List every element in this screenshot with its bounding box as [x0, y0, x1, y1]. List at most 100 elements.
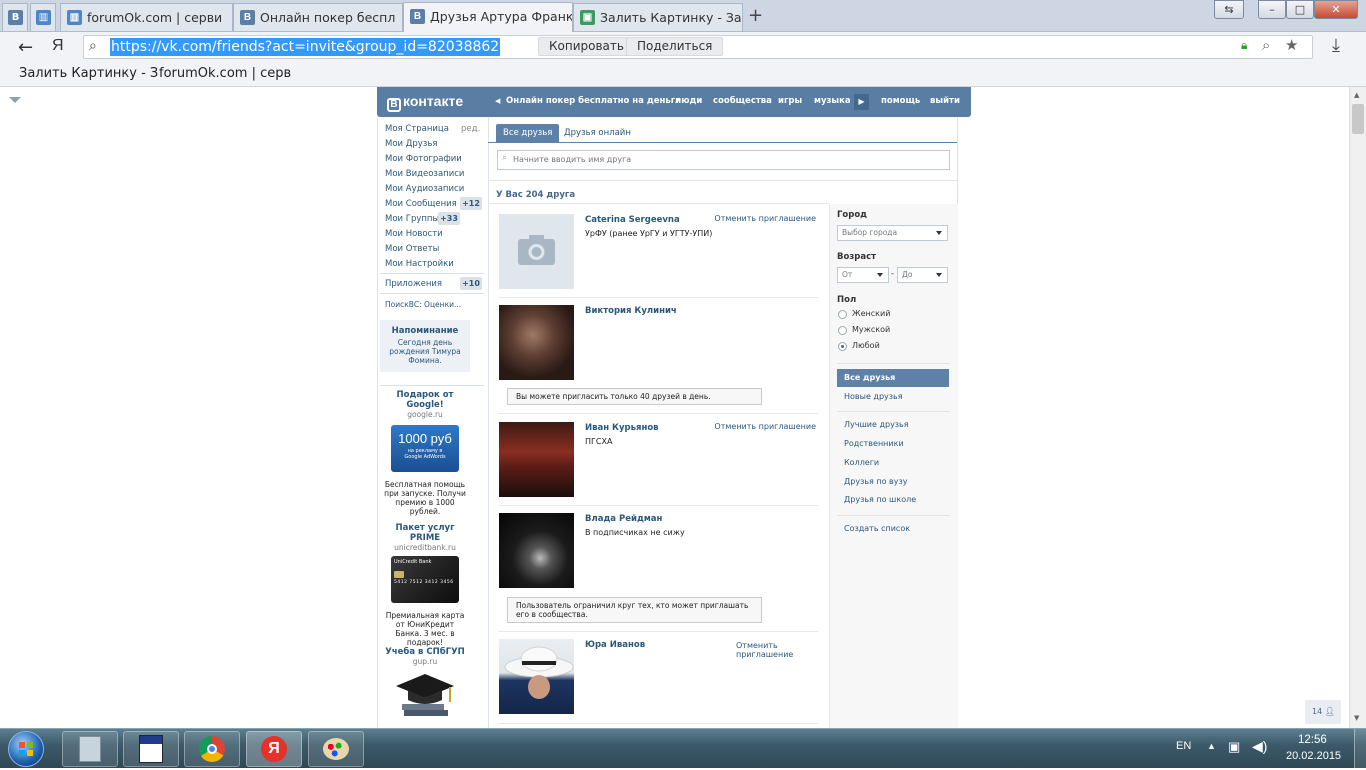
tray-arrow-icon[interactable]: ▲	[1207, 741, 1216, 751]
nav-people[interactable]: люди	[675, 96, 702, 106]
radio-male[interactable]	[838, 326, 847, 335]
yandex-logo-icon[interactable]: Я	[52, 37, 64, 55]
menu-my-videos[interactable]: Мои Видеозаписи	[385, 169, 464, 179]
menu-my-photos[interactable]: Мои Фотографии	[385, 154, 462, 164]
radio-any-label[interactable]: Любой	[852, 341, 880, 350]
friend-search-input[interactable]: Начните вводить имя друга	[497, 150, 950, 170]
friend-avatar[interactable]	[499, 422, 574, 497]
friend-name[interactable]: Влада Рейдман	[585, 514, 662, 524]
menu-my-groups[interactable]: Мои Группы	[385, 214, 439, 224]
radio-female-label[interactable]: Женский	[852, 309, 890, 318]
ad-unicredit[interactable]: Пакет услуг PRIME unicreditbank.ru UniCr…	[380, 523, 470, 647]
pinned-tab-vk[interactable]: В	[2, 3, 28, 31]
back-arrow-icon[interactable]: ←	[18, 37, 33, 58]
tab-all-friends[interactable]: Все друзья	[496, 124, 560, 142]
new-tab-icon[interactable]: +	[748, 5, 763, 26]
radio-female[interactable]	[838, 310, 847, 319]
ad-spbgup[interactable]: Учеба в СПбГУП gup.ru	[380, 647, 470, 724]
friend-name[interactable]: Иван Курьянов	[585, 423, 659, 433]
menu-my-page[interactable]: Моя Страница	[385, 124, 449, 134]
nav-back-group[interactable]: Онлайн покер бесплатно на деньги	[506, 96, 681, 106]
ad-google[interactable]: Подарок от Google! google.ru 1000 руб на…	[380, 390, 470, 516]
friend-avatar[interactable]	[499, 513, 574, 588]
taskbar-chrome[interactable]	[184, 731, 240, 767]
download-icon[interactable]: ⤓	[1332, 35, 1340, 56]
friend-name[interactable]: Юра Иванов	[585, 640, 645, 650]
city-select[interactable]: Выбор города	[837, 225, 948, 241]
menu-search-app[interactable]: ПоискВС: Оценки...	[385, 300, 461, 309]
vertical-scrollbar[interactable]: ▲ ▼	[1349, 87, 1366, 728]
nav-communities[interactable]: сообщества	[713, 96, 772, 106]
volume-icon[interactable]: ◀︎)	[1252, 738, 1267, 755]
tab-upload-image[interactable]: ▣ Залить Картинку - За	[573, 3, 743, 31]
list-new-friends[interactable]: Новые друзья	[844, 392, 903, 401]
scroll-thumb[interactable]	[1352, 104, 1364, 134]
groups-count-badge[interactable]: +33	[438, 212, 460, 225]
friend-avatar[interactable]	[499, 305, 574, 380]
vk-logo[interactable]: Bконтакте	[387, 93, 463, 112]
cancel-invite-link[interactable]: Отменить приглашение	[736, 641, 816, 659]
messages-count-badge[interactable]: +12	[460, 197, 482, 210]
friend-avatar[interactable]	[499, 639, 574, 714]
age-from-select[interactable]: От	[837, 267, 889, 283]
clock-date[interactable]: 20.02.2015	[1286, 750, 1341, 762]
taskbar-calculator[interactable]	[62, 731, 118, 767]
menu-my-settings[interactable]: Мои Настройки	[385, 259, 454, 269]
bookmark-forumok[interactable]: forumOk.com | серв	[159, 66, 291, 81]
menu-my-friends[interactable]: Мои Друзья	[385, 139, 437, 149]
friend-avatar[interactable]	[499, 214, 574, 289]
radio-any[interactable]	[838, 342, 847, 351]
bookmark-upload-image[interactable]: Залить Картинку - З	[19, 66, 158, 81]
zoom-icon[interactable]: ⌕	[1262, 36, 1270, 54]
scroll-down-icon[interactable]: ▼	[1354, 714, 1359, 722]
share-button[interactable]: Поделиться	[626, 37, 724, 56]
copy-button[interactable]: Копировать	[538, 37, 635, 56]
menu-my-messages[interactable]: Мои Сообщения	[385, 199, 457, 209]
tab-forumok[interactable]: ▥ forumOk.com | серви	[60, 3, 233, 31]
menu-edit-link[interactable]: ред.	[461, 124, 480, 134]
radio-male-label[interactable]: Мужской	[852, 325, 890, 334]
star-icon[interactable]: ★	[1285, 36, 1298, 54]
nav-games[interactable]: игры	[778, 96, 802, 106]
taskbar-paint[interactable]	[308, 731, 364, 767]
close-window-icon[interactable]: ✕	[1314, 0, 1358, 19]
create-list-link[interactable]: Создать список	[844, 524, 910, 533]
menu-my-news[interactable]: Мои Новости	[385, 229, 443, 239]
start-button[interactable]	[8, 731, 44, 767]
tab-poker[interactable]: В Онлайн покер беспл	[233, 3, 403, 31]
nav-help[interactable]: помощь	[881, 96, 920, 106]
taskbar-yandex-browser[interactable]: Я	[246, 731, 302, 767]
age-to-select[interactable]: До	[897, 267, 948, 283]
friend-name[interactable]: Виктория Кулинич	[585, 306, 677, 316]
tab-friends-online[interactable]: Друзья онлайн	[557, 124, 638, 142]
list-best-friends[interactable]: Лучшие друзья	[844, 420, 909, 429]
network-icon[interactable]: ▣	[1228, 739, 1240, 755]
page-arrow-icon[interactable]	[9, 97, 21, 103]
tab-friends[interactable]: В Друзья Артура Франк	[403, 2, 573, 32]
nav-music[interactable]: музыка	[814, 96, 851, 106]
list-relatives[interactable]: Родственники	[844, 439, 904, 448]
menu-apps[interactable]: Приложения	[385, 279, 442, 289]
cancel-invite-link[interactable]: Отменить приглашение	[714, 422, 816, 431]
url-text[interactable]: https://vk.com/friends?act=invite&group_…	[110, 38, 501, 56]
menu-my-audio[interactable]: Мои Аудиозаписи	[385, 184, 464, 194]
show-desktop-button[interactable]	[1354, 729, 1366, 769]
list-all-friends[interactable]: Все друзья	[844, 373, 895, 382]
tabs-menu-icon[interactable]: ⇆	[1214, 0, 1244, 19]
maximize-icon[interactable]: □	[1286, 0, 1314, 19]
apps-count-badge[interactable]: +10	[460, 277, 482, 290]
list-colleagues[interactable]: Коллеги	[844, 458, 879, 467]
language-indicator[interactable]: EN	[1176, 740, 1191, 752]
online-friends-badge[interactable]: 14 👤︎	[1305, 700, 1341, 724]
list-uni-friends[interactable]: Друзья по вузу	[844, 477, 908, 486]
list-school-friends[interactable]: Друзья по школе	[844, 495, 916, 504]
menu-my-answers[interactable]: Мои Ответы	[385, 244, 439, 254]
scroll-up-icon[interactable]: ▲	[1354, 91, 1359, 99]
reminder-box[interactable]: Напоминание Сегодня день рождения Тимура…	[380, 320, 470, 372]
cancel-invite-link[interactable]: Отменить приглашение	[714, 214, 816, 223]
minimize-icon[interactable]: –	[1258, 0, 1286, 19]
nav-more-icon[interactable]: ▶	[854, 94, 869, 110]
taskbar-notes[interactable]	[123, 731, 179, 767]
friend-name[interactable]: Caterina Sergeevna	[585, 215, 680, 225]
clock-time[interactable]: 12:56	[1298, 734, 1327, 746]
